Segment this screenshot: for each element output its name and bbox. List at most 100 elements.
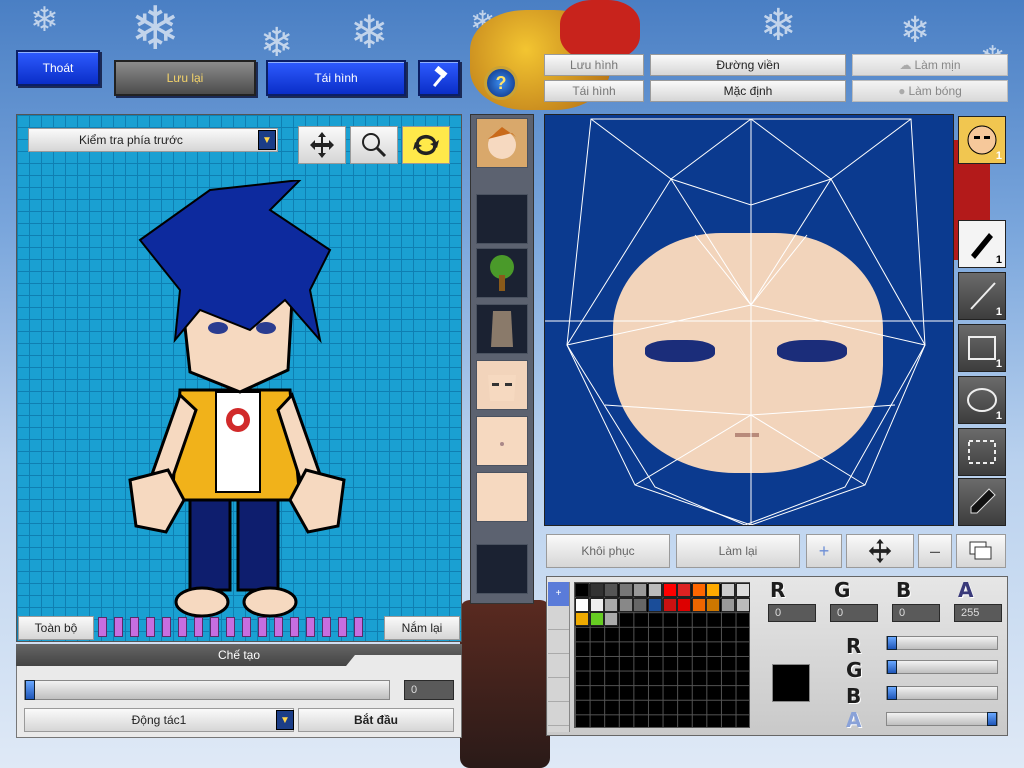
rotate-tool-button[interactable] <box>402 126 450 164</box>
chevron-down-icon[interactable]: ▼ <box>276 710 294 730</box>
b-slider-knob[interactable] <box>887 686 897 700</box>
palette-tab[interactable] <box>548 630 569 654</box>
current-color-swatch[interactable] <box>772 664 810 702</box>
palette-swatch[interactable] <box>589 583 604 597</box>
start-button[interactable]: Bắt đầu <box>298 708 454 732</box>
view-select[interactable]: Kiểm tra phía trước <box>28 128 278 152</box>
part-thumbnail-torso[interactable] <box>476 416 528 466</box>
save-shape-button[interactable]: Lưu hình <box>544 54 644 76</box>
line-tool[interactable]: 1 <box>958 272 1006 320</box>
timeline-marker[interactable] <box>338 617 347 637</box>
exit-button[interactable]: Thoát <box>16 50 100 86</box>
all-button[interactable]: Toàn bộ <box>18 616 94 640</box>
timeline-marker[interactable] <box>210 617 219 637</box>
smooth-button[interactable]: ☁ Làm mịn <box>852 54 1008 76</box>
r-value-field[interactable]: 0 <box>768 604 816 622</box>
palette-swatch[interactable] <box>706 597 721 612</box>
palette-swatch[interactable] <box>648 597 662 612</box>
palette-swatch[interactable] <box>677 597 692 612</box>
palette-swatch[interactable] <box>589 597 604 612</box>
texture-canvas[interactable] <box>544 114 954 526</box>
part-thumbnail-body[interactable] <box>476 304 528 354</box>
restore-button[interactable]: Khôi phục <box>546 534 670 568</box>
redo-button[interactable]: Làm lại <box>676 534 800 568</box>
move-tool-button[interactable] <box>298 126 346 164</box>
pan-button[interactable] <box>846 534 914 568</box>
hold-button[interactable]: Nắm lại <box>384 616 460 640</box>
part-thumbnail-face[interactable] <box>476 118 528 168</box>
action-select[interactable]: Động tác1 <box>24 708 294 732</box>
reshape-shape-button[interactable]: Tái hình <box>544 80 644 102</box>
g-slider-knob[interactable] <box>887 660 897 674</box>
palette-swatch[interactable] <box>618 597 633 612</box>
palette-swatch[interactable] <box>604 583 619 597</box>
palette-swatch[interactable] <box>604 597 619 612</box>
palette-tab[interactable] <box>548 702 569 726</box>
timeline-marker[interactable] <box>274 617 283 637</box>
timeline-marker[interactable] <box>146 617 155 637</box>
ellipse-tool[interactable]: 1 <box>958 376 1006 424</box>
part-thumbnail-legs[interactable] <box>476 472 528 522</box>
timeline-marker[interactable] <box>114 617 123 637</box>
timeline-marker[interactable] <box>322 617 331 637</box>
default-button[interactable]: Mặc định <box>650 80 846 102</box>
hammer-button[interactable] <box>418 60 460 96</box>
progress-slider-knob[interactable] <box>25 680 35 700</box>
help-button[interactable]: ? <box>484 66 518 100</box>
palette-swatch[interactable] <box>691 583 706 597</box>
save-button[interactable]: Lưu lại <box>114 60 256 96</box>
timeline-marker[interactable] <box>258 617 267 637</box>
timeline-marker[interactable] <box>226 617 235 637</box>
palette-swatch[interactable] <box>706 583 721 597</box>
a-slider[interactable] <box>886 712 998 726</box>
g-value-field[interactable]: 0 <box>830 604 878 622</box>
palette-swatch[interactable] <box>662 583 677 597</box>
pen-tool[interactable]: 1 <box>958 220 1006 268</box>
palette-swatch[interactable] <box>691 597 706 612</box>
selection-tool[interactable] <box>958 428 1006 476</box>
timeline-marker[interactable] <box>194 617 203 637</box>
palette-tab[interactable]: + <box>548 582 569 606</box>
palette-swatch[interactable] <box>633 583 648 597</box>
a-slider-knob[interactable] <box>987 712 997 726</box>
palette-swatch[interactable] <box>575 583 589 597</box>
palette-swatch[interactable] <box>648 583 662 597</box>
progress-slider[interactable] <box>24 680 390 700</box>
zoom-tool-button[interactable] <box>350 126 398 164</box>
timeline-marker[interactable] <box>242 617 251 637</box>
timeline-marker[interactable] <box>178 617 187 637</box>
palette-swatch[interactable] <box>721 583 735 597</box>
palette-swatch[interactable] <box>721 597 735 612</box>
reshape-button[interactable]: Tái hình <box>266 60 406 96</box>
palette-tab[interactable] <box>548 654 569 678</box>
palette-swatch[interactable] <box>677 583 692 597</box>
palette-swatch[interactable] <box>604 612 619 627</box>
part-thumbnail-tree[interactable] <box>476 248 528 298</box>
rectangle-tool[interactable]: 1 <box>958 324 1006 372</box>
face-tool[interactable]: 1 <box>958 116 1006 164</box>
palette-swatch[interactable] <box>575 612 589 627</box>
timeline-marker[interactable] <box>306 617 315 637</box>
part-thumbnail-head[interactable] <box>476 360 528 410</box>
palette-swatch[interactable] <box>662 597 677 612</box>
palette-tab[interactable] <box>548 606 569 630</box>
palette-swatch[interactable] <box>633 597 648 612</box>
eyedropper-tool[interactable] <box>958 478 1006 526</box>
palette-swatch[interactable] <box>589 612 604 627</box>
timeline-marker[interactable] <box>354 617 363 637</box>
layers-button[interactable] <box>956 534 1006 568</box>
chevron-down-icon[interactable]: ▼ <box>258 130 276 150</box>
palette-tab[interactable] <box>548 678 569 702</box>
minus-button[interactable]: – <box>918 534 952 568</box>
g-slider[interactable] <box>886 660 998 674</box>
outline-button[interactable]: Đường viền <box>650 54 846 76</box>
a-value-field[interactable]: 255 <box>954 604 1002 622</box>
b-value-field[interactable]: 0 <box>892 604 940 622</box>
add-button[interactable]: + <box>806 534 842 568</box>
timeline-marker[interactable] <box>290 617 299 637</box>
palette-swatch[interactable] <box>618 583 633 597</box>
palette-swatch[interactable] <box>575 597 589 612</box>
r-slider[interactable] <box>886 636 998 650</box>
part-thumbnail-empty[interactable] <box>476 194 528 244</box>
b-slider[interactable] <box>886 686 998 700</box>
